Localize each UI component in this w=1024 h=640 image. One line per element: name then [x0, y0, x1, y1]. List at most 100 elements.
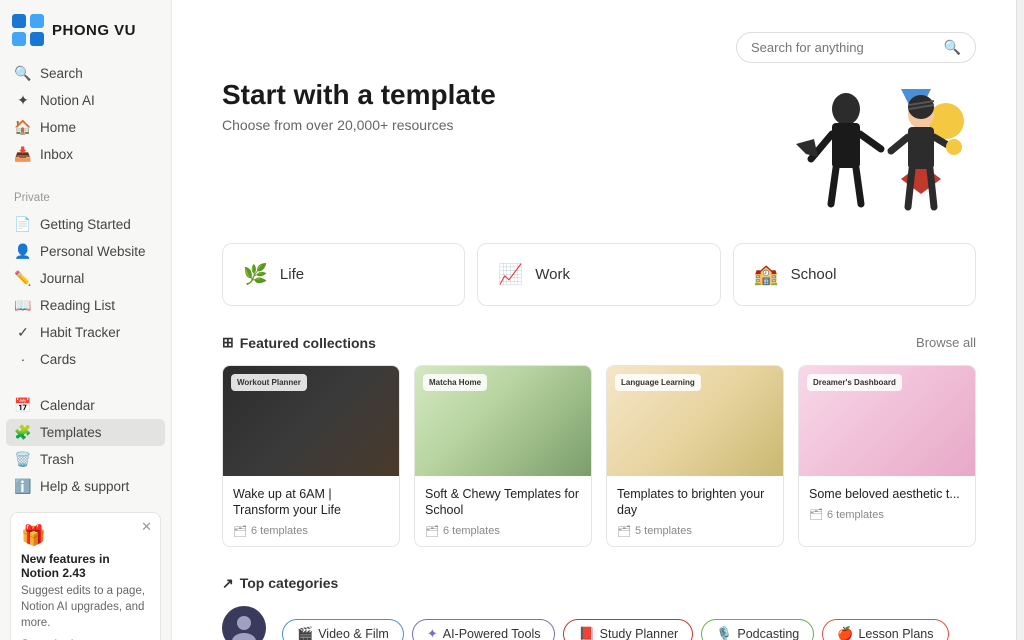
- template-count-0: 6 templates: [251, 525, 308, 537]
- collection-card-1[interactable]: Matcha Home Soft & Chewy Templates for S…: [414, 365, 592, 547]
- pill-label: Video & Film: [318, 627, 389, 640]
- collection-title-3: Some beloved aesthetic t...: [809, 486, 965, 502]
- collection-meta-3: 🗂 6 templates: [809, 508, 965, 521]
- sidebar-item-help[interactable]: ℹ️ Help & support: [6, 473, 165, 500]
- featured-icon: ⊞: [222, 334, 234, 351]
- sidebar-item-label: Habit Tracker: [40, 325, 120, 340]
- sidebar-search-section: 🔍 Search ✦ Notion AI 🏠 Home 📥 Inbox: [0, 56, 171, 172]
- main-content: 🔍 Start with a template Choose from over…: [172, 0, 1016, 640]
- pill-label: Lesson Plans: [858, 627, 933, 640]
- pill-podcasting[interactable]: 🎙️ Podcasting: [701, 619, 814, 640]
- private-label: Private: [0, 184, 171, 207]
- template-count-2: 5 templates: [635, 525, 692, 537]
- sidebar-inbox[interactable]: 📥 Inbox: [6, 141, 165, 168]
- video-film-icon: 🎬: [297, 626, 313, 640]
- pill-ai-powered[interactable]: ✦ AI-Powered Tools: [412, 619, 556, 640]
- collection-title-1: Soft & Chewy Templates for School: [425, 486, 581, 519]
- logo-icon: [12, 14, 44, 46]
- pill-study-planner[interactable]: 📕 Study Planner: [563, 619, 693, 640]
- sidebar-search[interactable]: 🔍 Search: [6, 60, 165, 87]
- sidebar-item-label: Trash: [40, 452, 74, 467]
- life-label: Life: [280, 266, 304, 283]
- private-section: 📄 Getting Started 👤 Personal Website ✏️ …: [0, 207, 171, 376]
- school-label: School: [791, 266, 837, 283]
- calendar-icon: 📅: [14, 397, 32, 414]
- sidebar-item-journal[interactable]: ✏️ Journal: [6, 265, 165, 292]
- category-pills: 🎬 Video & Film ✦ AI-Powered Tools 📕 Stud…: [282, 619, 949, 640]
- hero-svg: [746, 79, 976, 229]
- thumb-mockup-0: Workout Planner: [231, 374, 307, 391]
- school-icon: 🏫: [754, 262, 779, 287]
- ai-icon: ✦: [427, 626, 438, 640]
- sidebar-item-label: Personal Website: [40, 244, 146, 259]
- hero-area: Start with a template Choose from over 2…: [222, 79, 976, 219]
- browse-all-link[interactable]: Browse all: [916, 335, 976, 350]
- category-card-school[interactable]: 🏫 School: [733, 243, 976, 306]
- scrollbar-track[interactable]: [1016, 0, 1024, 640]
- sidebar-item-cards[interactable]: · Cards: [6, 346, 165, 372]
- template-count-3: 6 templates: [827, 509, 884, 521]
- search-box[interactable]: 🔍: [736, 32, 976, 63]
- collection-card-3[interactable]: Dreamer's Dashboard Some beloved aesthet…: [798, 365, 976, 547]
- category-card-life[interactable]: 🌿 Life: [222, 243, 465, 306]
- collection-title-0: Wake up at 6AM | Transform your Life: [233, 486, 389, 519]
- sidebar-item-reading-list[interactable]: 📖 Reading List: [6, 292, 165, 319]
- inbox-icon: 📥: [14, 146, 32, 163]
- collection-thumb-1: Matcha Home: [415, 366, 591, 476]
- notification-box: ✕ 🎁 New features in Notion 2.43 Suggest …: [10, 512, 161, 640]
- sidebar-item-trash[interactable]: 🗑️ Trash: [6, 446, 165, 473]
- thumb-mockup-1: Matcha Home: [423, 374, 487, 391]
- sidebar-notion-ai[interactable]: ✦ Notion AI: [6, 87, 165, 114]
- collection-info-0: Wake up at 6AM | Transform your Life 🗂 6…: [223, 476, 399, 546]
- collection-meta-2: 🗂 5 templates: [617, 525, 773, 538]
- sidebar-item-label: Getting Started: [40, 217, 131, 232]
- collections-row: Workout Planner Wake up at 6AM | Transfo…: [222, 365, 976, 547]
- hero-title: Start with a template: [222, 79, 496, 111]
- template-count-icon-3: 🗂: [809, 508, 823, 521]
- avatar-icon: [229, 613, 259, 640]
- person-icon: 👤: [14, 243, 32, 260]
- notification-title: New features in Notion 2.43: [21, 552, 150, 580]
- trash-icon: 🗑️: [14, 451, 32, 468]
- sidebar: PHONG VU 🔍 Search ✦ Notion AI 🏠 Home 📥 I…: [0, 0, 172, 640]
- search-input[interactable]: [751, 40, 936, 55]
- collection-meta-0: 🗂 6 templates: [233, 525, 389, 538]
- template-count-icon-0: 🗂: [233, 525, 247, 538]
- top-categories-title: Top categories: [240, 575, 339, 591]
- notification-description: Suggest edits to a page, Notion AI upgra…: [21, 583, 150, 631]
- collection-card-0[interactable]: Workout Planner Wake up at 6AM | Transfo…: [222, 365, 400, 547]
- top-categories-avatar: [222, 606, 266, 640]
- sidebar-item-label: Calendar: [40, 398, 95, 413]
- pill-lesson-plans[interactable]: 🍎 Lesson Plans: [822, 619, 948, 640]
- bottom-section: 📅 Calendar 🧩 Templates 🗑️ Trash ℹ️ Help …: [0, 388, 171, 504]
- notion-ai-label: Notion AI: [40, 93, 95, 108]
- category-card-work[interactable]: 📈 Work: [477, 243, 720, 306]
- template-count-icon-1: 🗂: [425, 525, 439, 538]
- notion-ai-icon: ✦: [14, 92, 32, 109]
- pill-label: Podcasting: [737, 627, 799, 640]
- sidebar-home[interactable]: 🏠 Home: [6, 114, 165, 141]
- thumb-mockup-3: Dreamer's Dashboard: [807, 374, 902, 391]
- pill-video-film[interactable]: 🎬 Video & Film: [282, 619, 404, 640]
- book-red-icon: 📕: [578, 626, 594, 640]
- collection-card-2[interactable]: Language Learning Templates to brighten …: [606, 365, 784, 547]
- info-icon: ℹ️: [14, 478, 32, 495]
- sidebar-item-templates[interactable]: 🧩 Templates: [6, 419, 165, 446]
- sidebar-item-personal-website[interactable]: 👤 Personal Website: [6, 238, 165, 265]
- sidebar-item-label: Journal: [40, 271, 84, 286]
- work-label: Work: [535, 266, 570, 283]
- search-submit-icon[interactable]: 🔍: [944, 39, 961, 56]
- collection-title-2: Templates to brighten your day: [617, 486, 773, 519]
- hero-text: Start with a template Choose from over 2…: [222, 79, 496, 133]
- sidebar-item-calendar[interactable]: 📅 Calendar: [6, 392, 165, 419]
- collection-info-3: Some beloved aesthetic t... 🗂 6 template…: [799, 476, 975, 529]
- sidebar-search-label: Search: [40, 66, 83, 81]
- pill-label: AI-Powered Tools: [443, 627, 541, 640]
- sidebar-item-habit-tracker[interactable]: ✓ Habit Tracker: [6, 319, 165, 346]
- dot-icon: ·: [14, 351, 32, 367]
- thumb-mockup-2: Language Learning: [615, 374, 701, 391]
- sidebar-item-getting-started[interactable]: 📄 Getting Started: [6, 211, 165, 238]
- collection-info-1: Soft & Chewy Templates for School 🗂 6 te…: [415, 476, 591, 546]
- notification-close-button[interactable]: ✕: [141, 519, 152, 535]
- sidebar-item-label: Help & support: [40, 479, 129, 494]
